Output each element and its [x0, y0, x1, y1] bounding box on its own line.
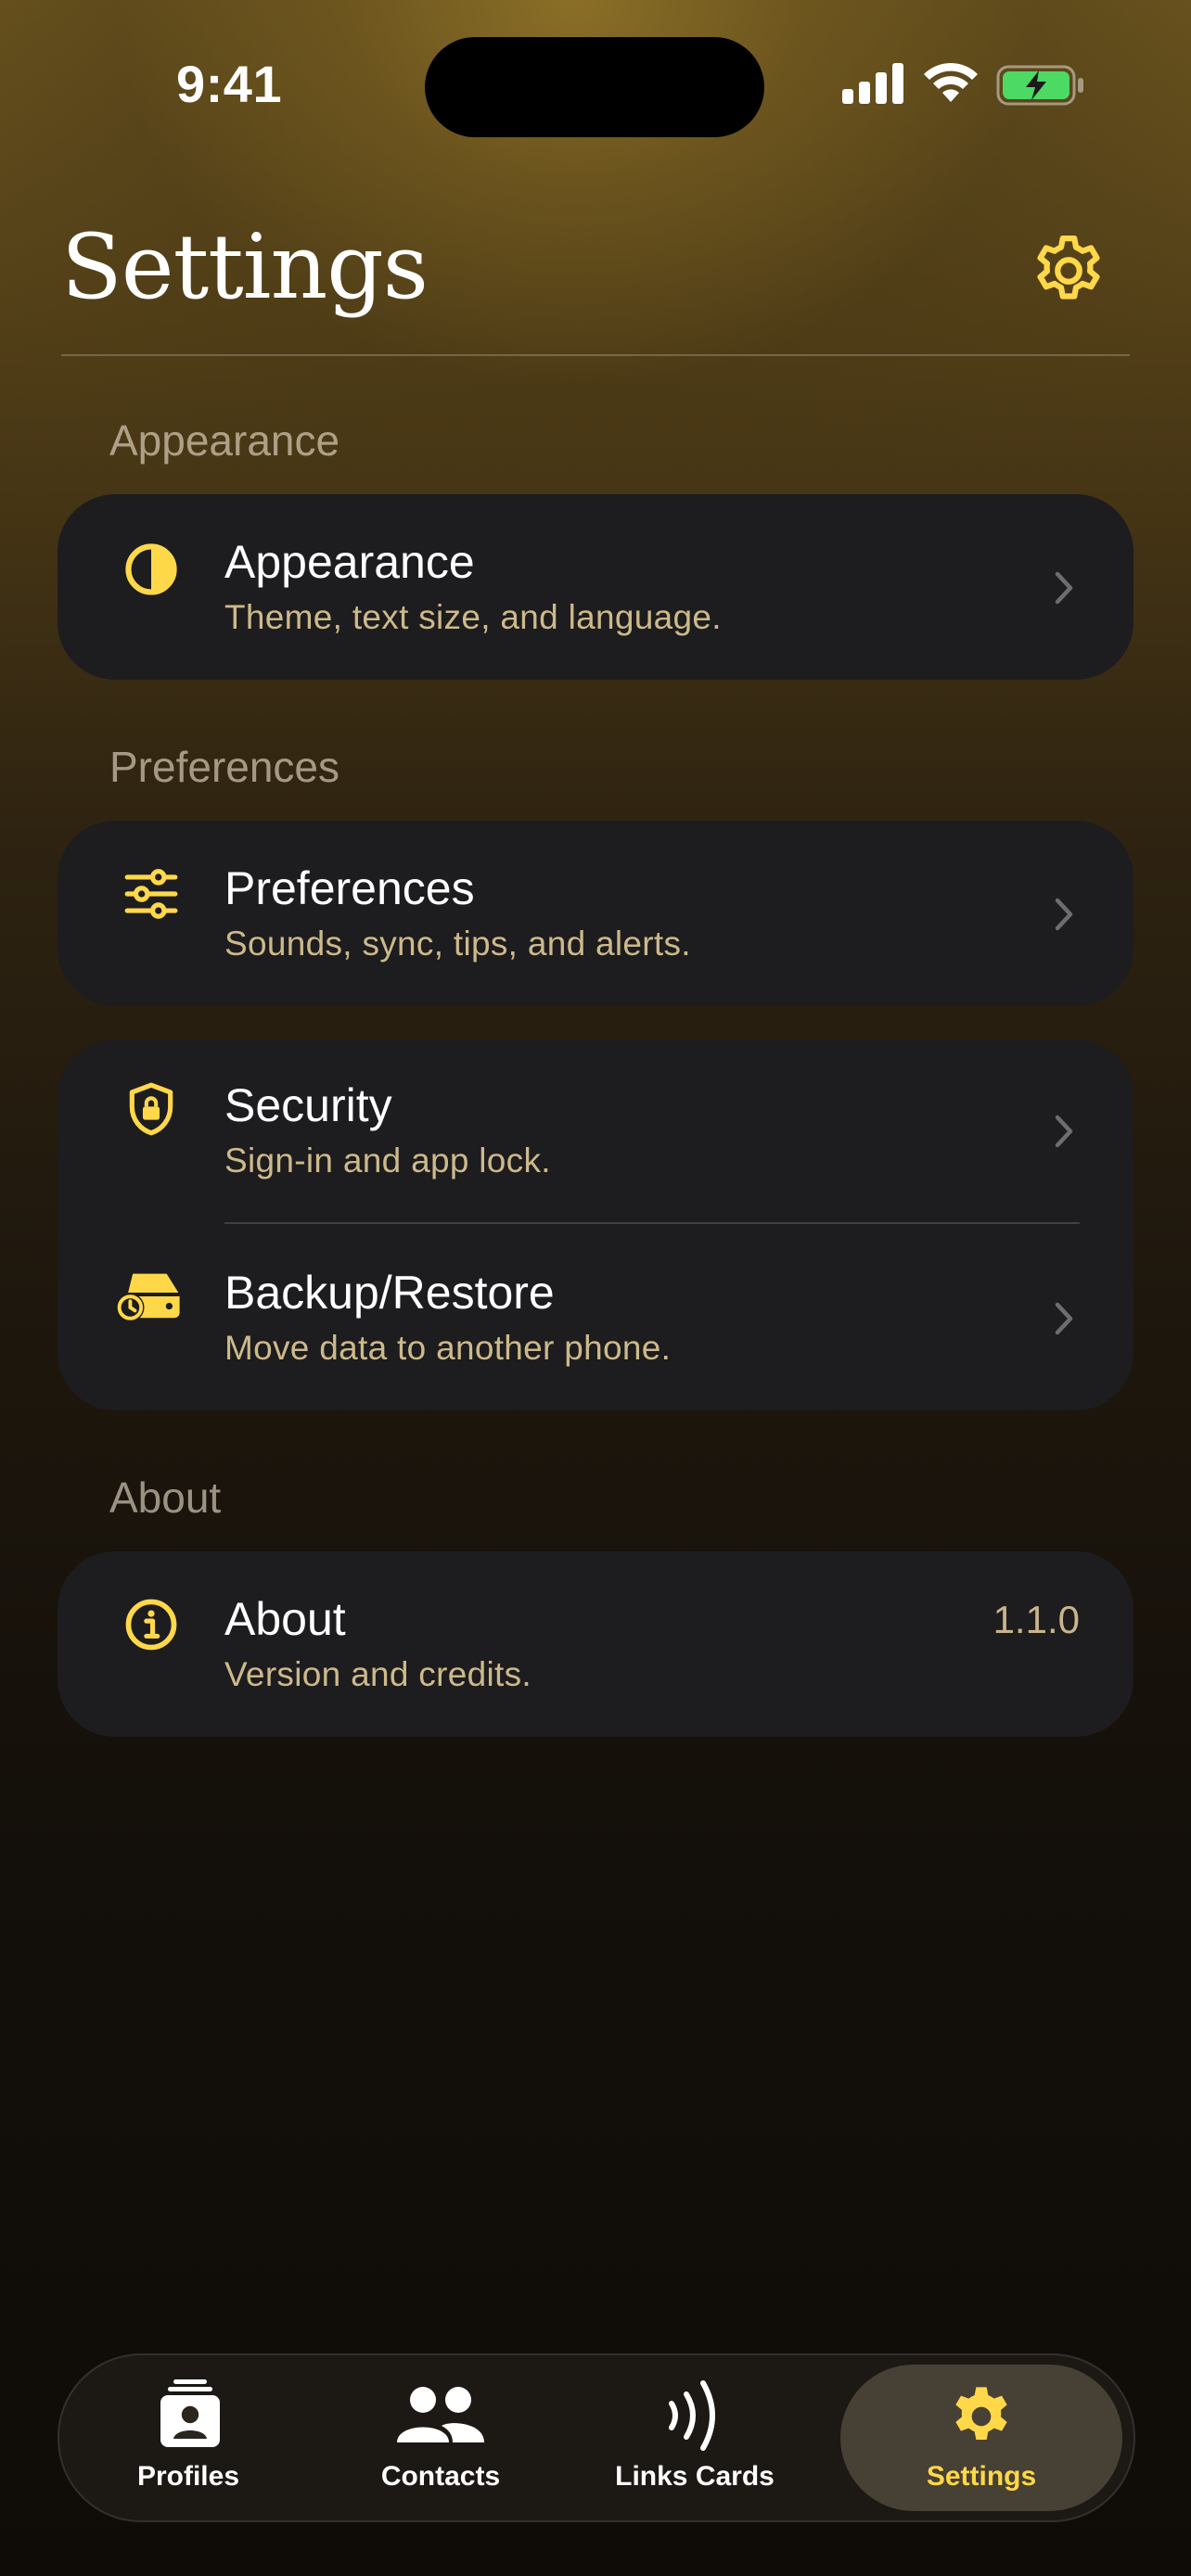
tab-label: Contacts	[380, 2461, 501, 2492]
settings-row-security[interactable]: Security Sign-in and app lock.	[58, 1039, 1133, 1225]
settings-screen: 9:41 Settings Appearance Appearance Them…	[0, 0, 1191, 2576]
tab-label: Profiles	[136, 2461, 240, 2492]
tab-contacts[interactable]: Contacts	[338, 2355, 544, 2520]
section-label-appearance: Appearance	[109, 416, 340, 465]
settings-row-about[interactable]: About Version and credits. 1.1.0	[58, 1551, 1133, 1737]
row-divider	[224, 1222, 1080, 1224]
chevron-right-icon	[1055, 898, 1073, 931]
profile-card-icon	[160, 2379, 220, 2447]
wifi-icon	[924, 62, 978, 102]
sliders-icon	[124, 869, 178, 919]
tab-profiles[interactable]: Profiles	[85, 2355, 291, 2520]
gear-icon	[955, 2387, 1007, 2440]
chevron-right-icon	[1055, 1115, 1073, 1148]
page-title: Settings	[61, 215, 429, 319]
battery-charging-icon	[996, 65, 1083, 106]
contrast-icon	[125, 543, 177, 595]
status-time: 9:41	[176, 55, 283, 113]
tab-label: Settings	[926, 2461, 1037, 2492]
preferences-card: Preferences Sounds, sync, tips, and aler…	[58, 821, 1133, 1006]
version-value: 1.1.0	[992, 1598, 1080, 1641]
row-title: Backup/Restore	[224, 1267, 555, 1319]
shield-lock-icon	[129, 1082, 173, 1136]
row-subtitle: Theme, text size, and language.	[224, 598, 722, 636]
header-divider	[61, 354, 1130, 356]
row-subtitle: Move data to another phone.	[224, 1329, 672, 1367]
tab-bar: Profiles Contacts Links Cards Settings	[58, 2353, 1135, 2522]
settings-row-appearance[interactable]: Appearance Theme, text size, and languag…	[58, 494, 1133, 680]
row-subtitle: Version and credits.	[224, 1655, 531, 1693]
about-card: About Version and credits. 1.1.0	[58, 1551, 1133, 1737]
appearance-card: Appearance Theme, text size, and languag…	[58, 494, 1133, 680]
chevron-right-icon	[1055, 1302, 1073, 1335]
row-title: Preferences	[224, 862, 475, 914]
tab-links-cards[interactable]: Links Cards	[592, 2355, 798, 2520]
row-title: Security	[224, 1079, 392, 1131]
info-icon	[125, 1599, 177, 1651]
tab-label: Links Cards	[615, 2461, 775, 2492]
chevron-right-icon	[1055, 571, 1073, 605]
security-backup-card: Security Sign-in and app lock. Backup/Re…	[58, 1039, 1133, 1410]
row-subtitle: Sign-in and app lock.	[224, 1141, 551, 1180]
gear-icon[interactable]	[1028, 230, 1109, 312]
settings-row-preferences[interactable]: Preferences Sounds, sync, tips, and aler…	[58, 821, 1133, 1006]
dynamic-island	[425, 37, 764, 137]
tab-settings[interactable]: Settings	[840, 2365, 1122, 2511]
people-icon	[397, 2387, 484, 2442]
cellular-signal-icon	[842, 63, 903, 104]
nfc-waves-icon	[669, 2380, 715, 2451]
section-label-preferences: Preferences	[109, 743, 340, 791]
status-icons	[842, 62, 1083, 109]
row-title: About	[224, 1593, 346, 1645]
row-title: Appearance	[224, 536, 475, 588]
backup-restore-icon	[116, 1273, 180, 1322]
section-label-about: About	[109, 1473, 222, 1522]
settings-row-backup-restore[interactable]: Backup/Restore Move data to another phon…	[58, 1225, 1133, 1410]
row-subtitle: Sounds, sync, tips, and alerts.	[224, 925, 691, 963]
